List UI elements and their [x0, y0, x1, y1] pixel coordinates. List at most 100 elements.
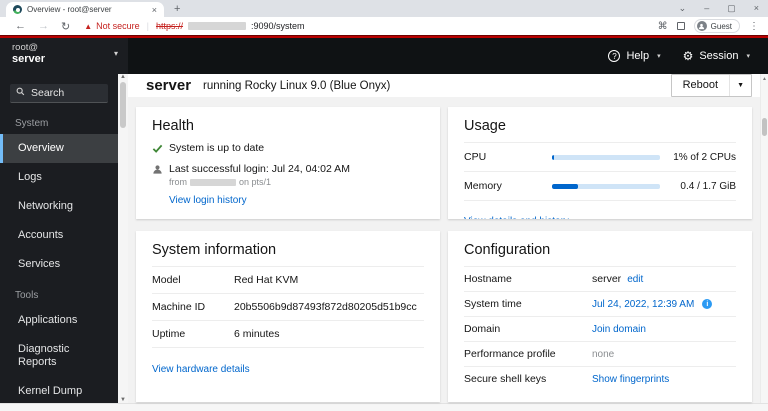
sidebar-section-system: System [15, 118, 49, 129]
window-menu-icon[interactable]: ⌄ [670, 0, 696, 17]
usage-title: Usage [464, 118, 506, 134]
ssh-keys-label: Secure shell keys [464, 373, 547, 385]
uptime-row: Uptime 6 minutes [152, 321, 424, 348]
machine-id-label: Machine ID [152, 301, 206, 313]
forward-icon[interactable]: → [32, 20, 55, 32]
configuration-card: Configuration Hostname server edit Syste… [448, 231, 752, 402]
masthead-username: root@ [12, 42, 39, 53]
cpu-label: CPU [464, 151, 487, 163]
browser-toolbar: ← → ↻ ▲ Not secure | https:// :9090/syst… [0, 17, 768, 35]
masthead-actions: ? Help ▾ ⚙ Session ▾ [128, 38, 768, 74]
memory-value: 0.4 / 1.7 GiB [680, 180, 736, 192]
main-content: server running Rocky Linux 9.0 (Blue Ony… [128, 74, 760, 403]
usage-card: Usage CPU 1% of 2 CPUs Memory 0.4 / 1.7 … [448, 107, 752, 219]
scroll-down-icon[interactable]: ▼ [120, 397, 126, 403]
help-dropdown[interactable]: ? Help ▾ [608, 50, 661, 62]
health-uptodate-row: System is up to date [152, 142, 424, 154]
browser-tab-strip: Overview - root@server × + ⌄ – ▢ × [0, 0, 768, 17]
reload-icon[interactable]: ↻ [55, 20, 76, 33]
host-switcher[interactable]: root@ server ▾ [0, 38, 128, 74]
view-hardware-details-link[interactable]: View hardware details [152, 364, 250, 375]
sidebar-item-accounts[interactable]: Accounts [0, 221, 118, 250]
login-host-redacted [190, 178, 236, 186]
machine-id-row: Machine ID 20b5506b9d87493f872d80205d51b… [152, 294, 424, 321]
reboot-split-button: Reboot ▼ [670, 74, 752, 97]
login-origin: from on pts/1 [169, 177, 424, 187]
url-redacted-host [188, 22, 247, 30]
login-from-label: from [169, 177, 187, 187]
host-switcher-caret-icon: ▾ [113, 49, 118, 58]
search-icon [16, 87, 25, 96]
window-maximize-icon[interactable]: ▢ [718, 0, 745, 17]
page-title: server [146, 77, 192, 94]
toolbar-right: ⌘ Guest ⋮ [658, 19, 759, 33]
user-icon [153, 165, 162, 174]
sidebar-item-applications[interactable]: Applications [0, 306, 118, 335]
extension-icon[interactable]: ⌘ [658, 21, 668, 32]
window-close-icon[interactable]: × [745, 0, 768, 17]
new-tab-button[interactable]: + [164, 3, 190, 17]
memory-progress-bar [552, 183, 660, 189]
profile-avatar-icon [696, 21, 707, 31]
uptime-value: 6 minutes [234, 328, 280, 340]
view-login-history-link[interactable]: View login history [169, 195, 247, 206]
sidebar-item-overview[interactable]: Overview [0, 134, 118, 163]
sidebar-scrollbar-thumb[interactable] [120, 82, 126, 128]
performance-profile-label: Performance profile [464, 348, 556, 360]
sidebar-item-diagnostic-reports[interactable]: Diagnostic Reports [0, 335, 118, 377]
help-icon: ? [608, 50, 621, 62]
side-panel-icon[interactable] [676, 22, 685, 30]
reboot-button[interactable]: Reboot [672, 75, 731, 96]
sidebar: System Overview Logs Networking Accounts… [0, 74, 128, 403]
page-header: server running Rocky Linux 9.0 (Blue Ony… [128, 74, 760, 97]
system-time-row: System time Jul 24, 2022, 12:39 AM i [464, 292, 736, 317]
hostname-row: Hostname server edit [464, 266, 736, 292]
last-login-row: Last successful login: Jul 24, 04:02 AM [152, 163, 424, 175]
window-minimize-icon[interactable]: – [695, 0, 718, 17]
sidebar-item-networking[interactable]: Networking [0, 192, 118, 221]
sidebar-section-tools: Tools [15, 290, 39, 301]
session-dropdown[interactable]: ⚙ Session ▾ [683, 50, 750, 62]
uptime-label: Uptime [152, 328, 186, 340]
system-time-label: System time [464, 298, 522, 310]
browser-tab[interactable]: Overview - root@server × [6, 2, 164, 17]
scroll-up-icon[interactable]: ▲ [120, 74, 126, 80]
main-scrollbar-thumb[interactable] [762, 118, 767, 136]
model-value: Red Hat KVM [234, 274, 299, 286]
view-details-history-link[interactable]: View details and history [464, 216, 569, 219]
sidebar-item-services[interactable]: Services [0, 250, 118, 279]
back-icon[interactable]: ← [9, 20, 32, 32]
browser-menu-icon[interactable]: ⋮ [749, 21, 759, 32]
show-fingerprints-link[interactable]: Show fingerprints [592, 374, 669, 385]
sidebar-item-kernel-dump[interactable]: Kernel Dump [0, 377, 118, 406]
main-scrollbar[interactable]: ▲ [760, 74, 768, 403]
tab-close-icon[interactable]: × [152, 5, 157, 15]
machine-id-value: 20b5506b9d87493f872d80205d51b9cc [234, 301, 417, 313]
not-secure-label[interactable]: Not secure [96, 21, 140, 31]
join-domain-link[interactable]: Join domain [592, 324, 646, 335]
url-scheme: https:// [156, 21, 184, 31]
health-title: Health [152, 118, 194, 134]
sidebar-item-selinux[interactable]: SELinux [0, 406, 118, 411]
address-bar[interactable]: ▲ Not secure | https:// :9090/system [84, 21, 657, 31]
sidebar-item-logs[interactable]: Logs [0, 163, 118, 192]
gear-icon: ⚙ [682, 49, 694, 63]
edit-hostname-link[interactable]: edit [627, 274, 643, 285]
not-secure-warning-icon: ▲ [84, 21, 93, 31]
masthead: root@ server ▾ ? Help ▾ ⚙ Session ▾ [0, 38, 768, 74]
login-tty-label: on pts/1 [239, 177, 272, 187]
domain-label: Domain [464, 323, 501, 335]
hostname-label: Hostname [464, 273, 512, 285]
reboot-caret-icon[interactable]: ▼ [730, 75, 751, 96]
cockpit-favicon [13, 5, 22, 14]
profile-name: Guest [710, 21, 732, 31]
time-info-icon[interactable]: i [702, 299, 713, 309]
ssh-keys-row: Secure shell keys Show fingerprints [464, 367, 736, 391]
sidebar-scrollbar[interactable]: ▲ ▼ [118, 74, 128, 403]
system-time-link[interactable]: Jul 24, 2022, 12:39 AM [592, 299, 694, 310]
main-scroll-up-icon[interactable]: ▲ [762, 76, 767, 82]
system-information-card: System information Model Red Hat KVM Mac… [136, 231, 440, 402]
health-card: Health System is up to date Last success… [136, 107, 440, 219]
tab-title: Overview - root@server [27, 5, 112, 14]
browser-profile-button[interactable]: Guest [693, 19, 740, 33]
